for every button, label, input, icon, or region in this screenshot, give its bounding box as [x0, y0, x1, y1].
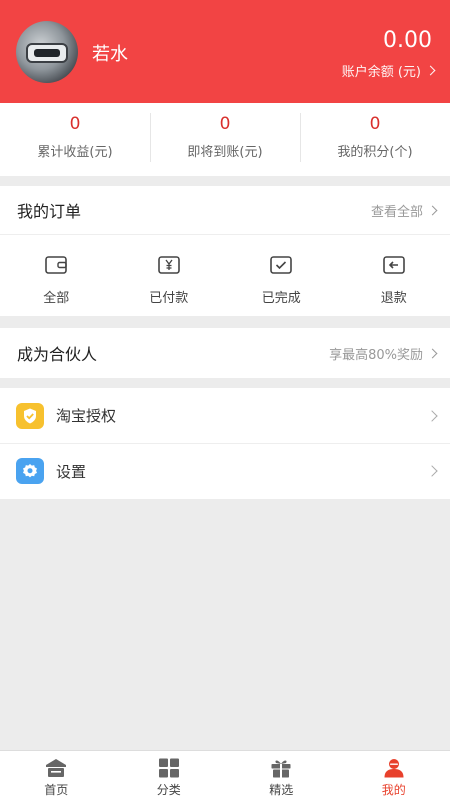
partner-reward: 享最高80%奖励 [329, 344, 438, 363]
tab-category[interactable]: 分类 [113, 751, 226, 800]
gift-icon [271, 760, 291, 778]
menu-item-label: 淘宝授权 [56, 407, 117, 425]
grid-icon [158, 758, 179, 778]
paid-icon [157, 256, 180, 274]
tab-featured[interactable]: 精选 [225, 751, 338, 800]
settings-menu: 淘宝授权 设置 [0, 388, 450, 499]
stat-total-earnings[interactable]: 0 累计收益(元) [0, 103, 150, 176]
view-all-orders-link[interactable]: 查看全部 [370, 201, 438, 220]
view-all-label: 查看全部 [370, 204, 423, 220]
gear-icon [16, 458, 44, 484]
order-status-row: 全部 已付款 已完成 退款 [0, 235, 450, 315]
tab-label: 精选 [269, 783, 294, 797]
completed-icon [270, 256, 293, 274]
menu-item-settings[interactable]: 设置 [0, 443, 450, 498]
chevron-right-icon [427, 205, 438, 215]
order-completed-label: 已完成 [261, 291, 301, 306]
tab-label: 我的 [381, 783, 406, 797]
balance-value[interactable]: 0.00 [383, 28, 432, 53]
menu-item-taobao-auth[interactable]: 淘宝授权 [0, 388, 450, 443]
refund-icon [382, 256, 405, 274]
profile-header: 若水 0.00 账户余额 (元) [0, 0, 450, 103]
order-paid-label: 已付款 [149, 291, 189, 306]
stat-pending[interactable]: 0 即将到账(元) [150, 103, 300, 176]
wallet-icon [45, 256, 68, 274]
orders-card: 我的订单 查看全部 全部 已付款 已完成 退款 [0, 186, 450, 316]
tab-mine[interactable]: 我的 [338, 751, 450, 800]
stats-bar: 0 累计收益(元) 0 即将到账(元) 0 我的积分(个) [0, 103, 450, 176]
home-icon [46, 759, 67, 777]
orders-title: 我的订单 [17, 202, 82, 221]
stat-points[interactable]: 0 我的积分(个) [300, 103, 450, 176]
stat-value: 0 [69, 114, 81, 134]
order-paid-button[interactable]: 已付款 [113, 235, 226, 315]
stat-label: 即将到账(元) [187, 145, 263, 160]
order-all-button[interactable]: 全部 [0, 235, 113, 315]
balance-label: 账户余额 (元) [341, 65, 421, 80]
stat-label: 累计收益(元) [37, 145, 113, 160]
user-icon [384, 759, 404, 778]
order-completed-button[interactable]: 已完成 [225, 235, 338, 315]
shield-check-icon [16, 402, 44, 429]
chevron-right-icon [425, 65, 436, 76]
partner-reward-label: 享最高80%奖励 [329, 347, 423, 363]
stat-value: 0 [219, 114, 231, 134]
username: 若水 [92, 44, 128, 65]
tab-label: 首页 [44, 783, 69, 797]
order-refund-button[interactable]: 退款 [338, 235, 450, 315]
balance-link[interactable]: 账户余额 (元) [341, 61, 436, 80]
stat-label: 我的积分(个) [337, 145, 413, 160]
order-refund-label: 退款 [380, 291, 407, 306]
avatar-image [26, 43, 68, 63]
avatar[interactable] [16, 21, 78, 83]
stat-value: 0 [369, 114, 381, 134]
tab-label: 分类 [156, 783, 181, 797]
order-all-label: 全部 [43, 291, 70, 306]
chevron-right-icon [426, 409, 438, 422]
orders-header: 我的订单 查看全部 [0, 186, 450, 235]
become-partner-row[interactable]: 成为合伙人 享最高80%奖励 [0, 328, 450, 378]
partner-title: 成为合伙人 [17, 345, 98, 364]
tab-home[interactable]: 首页 [0, 751, 113, 800]
chevron-right-icon [426, 465, 438, 477]
menu-item-label: 设置 [56, 462, 87, 481]
bottom-tab-bar: 首页 分类 精选 我的 [0, 750, 450, 800]
chevron-right-icon [427, 348, 438, 358]
